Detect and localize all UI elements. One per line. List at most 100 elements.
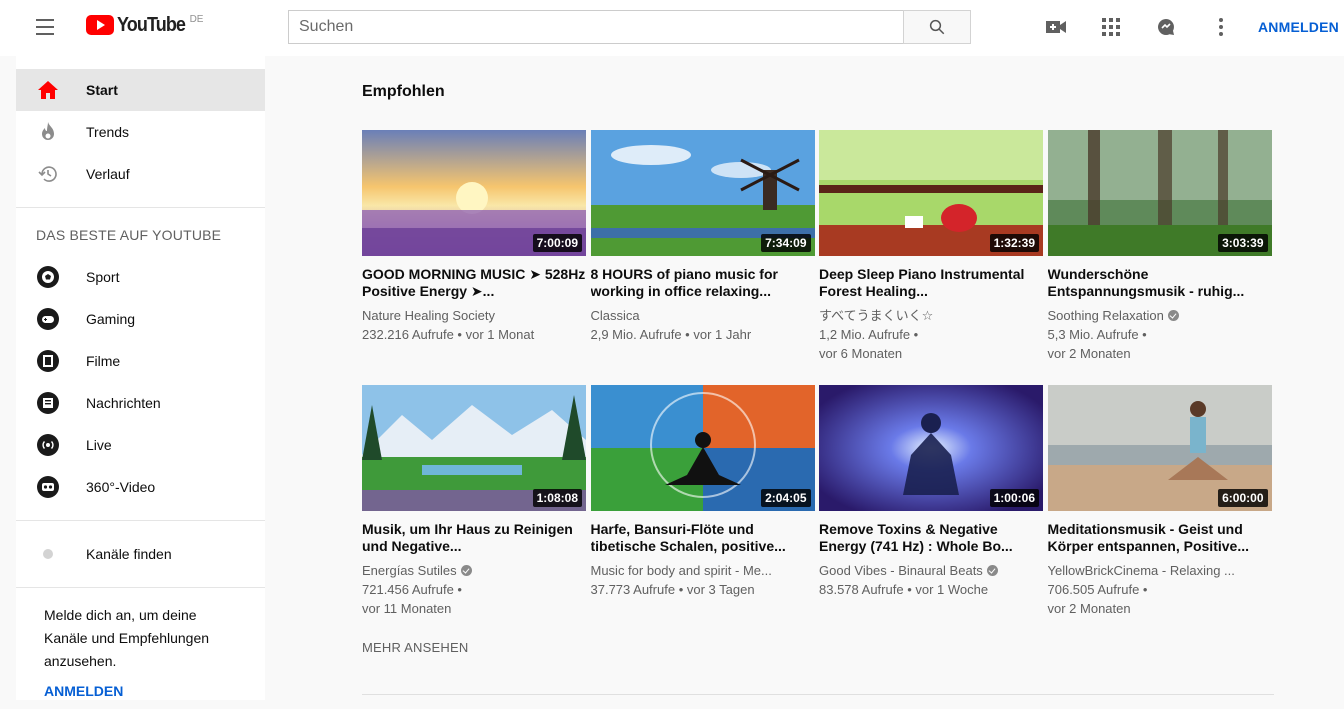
video-grid: 7:00:09 GOOD MORNING MUSIC ➤ 528Hz Posit… (362, 130, 1272, 618)
video-duration: 2:04:05 (761, 489, 811, 507)
live-icon (36, 433, 60, 457)
search-button[interactable] (903, 10, 971, 44)
video-card[interactable]: 2:04:05 Harfe, Bansuri-Flöte und tibetis… (590, 385, 815, 618)
channel-name[interactable]: Energías Sutiles (362, 561, 586, 580)
gaming-icon (36, 307, 60, 331)
360-video-icon (36, 475, 60, 499)
channel-name[interactable]: Nature Healing Society (362, 306, 586, 325)
channel-name[interactable]: Music for body and spirit - Me... (591, 561, 815, 580)
video-thumbnail[interactable]: 3:03:39 (1047, 130, 1272, 256)
youtube-play-icon (86, 15, 114, 35)
home-icon (36, 78, 60, 102)
verified-icon (986, 565, 998, 576)
sidebar-item-movies[interactable]: Filme (16, 340, 265, 382)
country-code: DE (189, 14, 204, 25)
youtube-logo[interactable]: YouTube DE (86, 15, 203, 35)
sidebar-item-history[interactable]: Verlauf (16, 153, 265, 195)
video-meta: Energías Sutiles 721.456 Aufrufe • vor 11… (362, 561, 586, 618)
video-card[interactable]: 1:32:39 Deep Sleep Piano Instrumental Fo… (819, 130, 1043, 363)
video-card[interactable]: 7:34:09 8 HOURS of piano music for worki… (590, 130, 815, 363)
sidebar: Start Trends Verlauf DAS BESTE AUF YOUTU… (16, 56, 265, 700)
search-input[interactable] (288, 10, 903, 44)
video-thumbnail[interactable]: 1:32:39 (819, 130, 1043, 256)
more-icon[interactable] (1210, 16, 1232, 38)
video-title[interactable]: Deep Sleep Piano Instrumental Forest Hea… (819, 266, 1043, 300)
upload-age: vor 3 Tagen (686, 582, 755, 597)
sidebar-item-label: Gaming (86, 311, 136, 327)
channel-name[interactable]: YellowBrickCinema - Relaxing ... (1048, 561, 1272, 580)
view-count: 706.505 Aufrufe (1047, 582, 1140, 597)
menu-icon[interactable] (36, 19, 56, 35)
channel-name[interactable]: Good Vibes - Binaural Beats (819, 561, 1043, 580)
video-card[interactable]: 1:00:06 Remove Toxins & Negative Energy … (819, 385, 1043, 618)
video-title[interactable]: Musik, um Ihr Haus zu Reinigen und Negat… (362, 521, 586, 555)
sport-icon (36, 265, 60, 289)
video-thumbnail[interactable]: 2:04:05 (590, 385, 815, 511)
masthead: YouTube DE ANMELDEN (0, 0, 1344, 56)
section-divider (362, 694, 1274, 695)
channel-name[interactable]: すべてうまくいく☆ (819, 306, 1043, 325)
video-duration: 1:00:06 (989, 489, 1039, 507)
upload-age: vor 2 Monaten (1047, 346, 1131, 361)
signin-button[interactable]: ANMELDEN (1258, 19, 1339, 35)
video-card[interactable]: 3:03:39 Wunderschöne Entspannungsmusik -… (1047, 130, 1272, 363)
upload-age: vor 6 Monaten (819, 346, 903, 361)
video-duration: 7:34:09 (761, 234, 811, 252)
sidebar-item-start[interactable]: Start (16, 69, 265, 111)
show-more-button[interactable]: MEHR ANSEHEN (362, 640, 1272, 655)
video-title[interactable]: Meditationsmusik - Geist und Körper ents… (1048, 521, 1272, 555)
trending-icon (36, 120, 60, 144)
video-meta: すべてうまくいく☆ 1,2 Mio. Aufrufe • vor 6 Monate… (819, 306, 1043, 363)
video-title[interactable]: GOOD MORNING MUSIC ➤ 528Hz Positive Ener… (362, 266, 586, 300)
apps-icon[interactable] (1100, 16, 1122, 38)
verified-icon (1167, 310, 1179, 321)
logo-text: YouTube (117, 14, 186, 36)
video-meta: Nature Healing Society 232.216 Aufrufe •… (362, 306, 586, 344)
main-content: Empfohlen 7:00:09 GOOD MORNING MUSIC ➤ 5… (362, 56, 1272, 655)
video-duration: 1:32:39 (989, 234, 1039, 252)
video-thumbnail[interactable]: 6:00:00 (1047, 385, 1272, 511)
video-card[interactable]: 6:00:00 Meditationsmusik - Geist und Kör… (1047, 385, 1272, 618)
video-card[interactable]: 1:08:08 Musik, um Ihr Haus zu Reinigen u… (362, 385, 586, 618)
sidebar-item-label: Nachrichten (86, 395, 161, 411)
video-card[interactable]: 7:00:09 GOOD MORNING MUSIC ➤ 528Hz Posit… (362, 130, 586, 363)
sidebar-item-label: 360°-Video (86, 479, 156, 495)
view-count: 721.456 Aufrufe (362, 582, 454, 597)
sidebar-item-sport[interactable]: Sport (16, 256, 265, 298)
sidebar-item-live[interactable]: Live (16, 424, 265, 466)
video-meta: Classica 2,9 Mio. Aufrufe • vor 1 Jahr (591, 306, 815, 344)
video-meta: Good Vibes - Binaural Beats 83.578 Aufru… (819, 561, 1043, 599)
video-thumbnail[interactable]: 7:34:09 (590, 130, 815, 256)
sidebar-item-gaming[interactable]: Gaming (16, 298, 265, 340)
channel-name[interactable]: Soothing Relaxation (1048, 306, 1272, 325)
video-thumbnail[interactable]: 7:00:09 (362, 130, 586, 256)
video-thumbnail[interactable]: 1:08:08 (362, 385, 586, 511)
view-count: 83.578 Aufrufe (819, 582, 904, 597)
search-bar (288, 10, 971, 44)
channel-name[interactable]: Classica (591, 306, 815, 325)
history-icon (36, 162, 60, 186)
browse-channels-icon (36, 542, 60, 566)
video-thumbnail[interactable]: 1:00:06 (819, 385, 1043, 511)
video-title[interactable]: 8 HOURS of piano music for working in of… (591, 266, 815, 300)
upload-age: vor 1 Monat (465, 327, 535, 342)
verified-icon (460, 565, 472, 576)
topbar-buttons (1045, 16, 1265, 38)
sidebar-item-browse-channels[interactable]: Kanäle finden (16, 533, 265, 575)
messages-icon[interactable] (1155, 16, 1177, 38)
upload-age: vor 1 Woche (915, 582, 989, 597)
sidebar-item-news[interactable]: Nachrichten (16, 382, 265, 424)
video-duration: 7:00:09 (532, 234, 582, 252)
sidebar-signin-button[interactable]: ANMELDEN (16, 673, 265, 709)
video-duration: 6:00:00 (1218, 489, 1268, 507)
video-title[interactable]: Remove Toxins & Negative Energy (741 Hz)… (819, 521, 1043, 555)
video-title[interactable]: Wunderschöne Entspannungsmusik - ruhig..… (1048, 266, 1272, 300)
sidebar-item-360-video[interactable]: 360°-Video (16, 466, 265, 508)
video-meta: Music for body and spirit - Me... 37.773… (591, 561, 815, 599)
create-video-icon[interactable] (1045, 16, 1067, 38)
view-count: 232.216 Aufrufe (362, 327, 454, 342)
sidebar-item-trends[interactable]: Trends (16, 111, 265, 153)
search-icon (929, 19, 945, 35)
upload-age: vor 1 Jahr (693, 327, 752, 342)
video-title[interactable]: Harfe, Bansuri-Flöte und tibetische Scha… (591, 521, 815, 555)
